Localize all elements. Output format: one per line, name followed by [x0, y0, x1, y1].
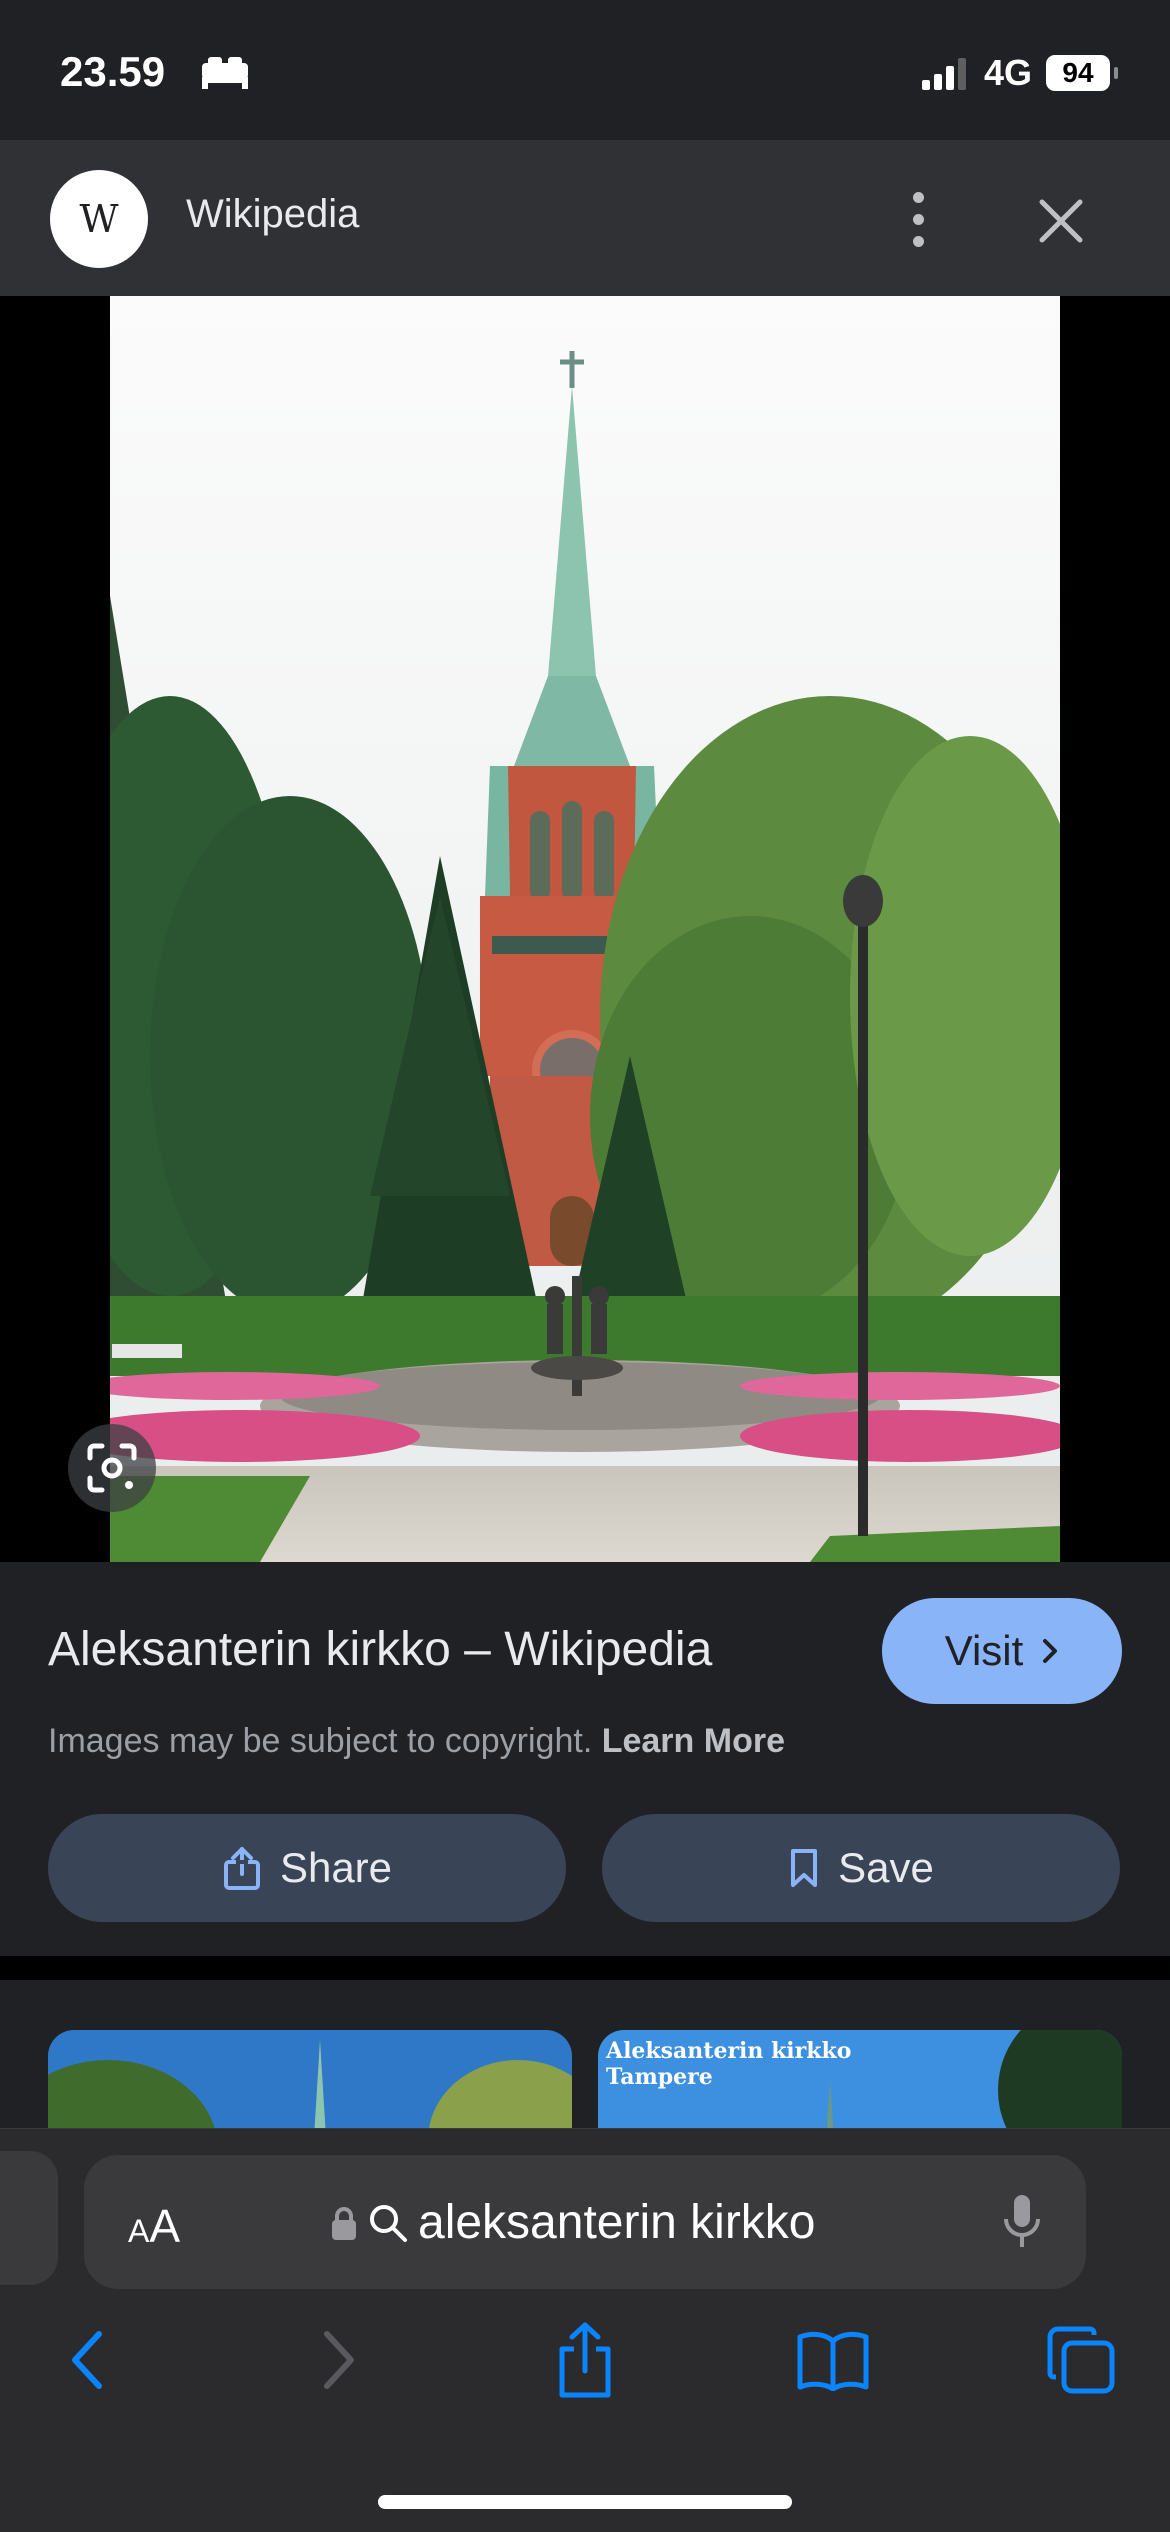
forward-button[interactable] — [294, 2315, 384, 2405]
back-button[interactable] — [42, 2315, 132, 2405]
thumbnail-caption: Aleksanterin kirkko Tampere — [606, 2038, 851, 2090]
vertical-dots-icon[interactable] — [898, 180, 938, 258]
share-icon — [223, 1847, 260, 1890]
text-size-button[interactable]: AA — [128, 2199, 180, 2253]
share-label: Share — [279, 1844, 393, 1891]
chevron-right-icon — [1043, 1639, 1058, 1663]
status-time: 23.59 — [60, 48, 166, 95]
close-icon[interactable] — [1030, 190, 1092, 252]
bookmarks-icon — [797, 2331, 869, 2391]
church-photo[interactable] — [110, 296, 1060, 1562]
learn-more-link[interactable]: Learn More — [602, 1722, 785, 1760]
google-lens-icon[interactable] — [68, 1424, 156, 1512]
home-indicator[interactable] — [378, 2495, 792, 2509]
image-viewer-header: W Wikipedia — [0, 140, 1170, 296]
browser-nav-bar — [0, 2315, 1170, 2425]
wikipedia-logo-icon: W — [50, 170, 148, 268]
tabs-icon — [1047, 2326, 1115, 2394]
status-bar: 23.59 4G 94 — [0, 0, 1170, 140]
related-images: Aleksanterin kirkko Tampere — [0, 1980, 1170, 2170]
cellular-signal-icon — [921, 58, 966, 90]
browser-toolbar: AA aleksanterin kirkko — [0, 2128, 1170, 2532]
network-type: 4G — [983, 52, 1032, 93]
share-button[interactable]: Share — [48, 1814, 566, 1922]
bookmarks-button[interactable] — [788, 2315, 878, 2405]
tabs-button[interactable] — [1036, 2315, 1126, 2405]
battery-indicator: 94 — [1046, 55, 1118, 91]
search-icon — [370, 2204, 407, 2242]
address-bar[interactable]: AA aleksanterin kirkko — [84, 2155, 1086, 2289]
copyright-notice: Images may be subject to copyright. Lear… — [48, 1722, 785, 1761]
lock-icon — [332, 2206, 356, 2240]
section-divider — [0, 1956, 1170, 1980]
bed-icon — [202, 57, 248, 89]
result-title[interactable]: Aleksanterin kirkko – Wikipedia — [48, 1622, 712, 1677]
back-icon — [72, 2331, 102, 2389]
share-button-toolbar[interactable] — [540, 2315, 630, 2405]
forward-icon — [324, 2331, 354, 2389]
lens-glyph-icon — [87, 1443, 137, 1493]
save-button[interactable]: Save — [602, 1814, 1120, 1922]
bookmark-icon — [791, 1849, 818, 1887]
caption-line: Aleksanterin kirkko — [606, 2038, 852, 2064]
microphone-icon[interactable] — [1002, 2193, 1042, 2251]
share-icon — [559, 2322, 611, 2398]
visit-button[interactable]: Visit — [882, 1598, 1122, 1704]
previous-tab-preview[interactable] — [0, 2151, 58, 2285]
visit-label: Visit — [944, 1627, 1024, 1674]
caption-line: Tampere — [606, 2064, 713, 2090]
save-label: Save — [838, 1844, 934, 1891]
site-name: Wikipedia — [186, 192, 360, 236]
result-info-panel: Aleksanterin kirkko – Wikipedia Visit Im… — [0, 1562, 1170, 1956]
address-content: aleksanterin kirkko — [330, 2195, 816, 2250]
address-query: aleksanterin kirkko — [418, 2196, 816, 2249]
image-preview-area — [0, 296, 1170, 1562]
copyright-text: Images may be subject to copyright. — [48, 1722, 593, 1760]
